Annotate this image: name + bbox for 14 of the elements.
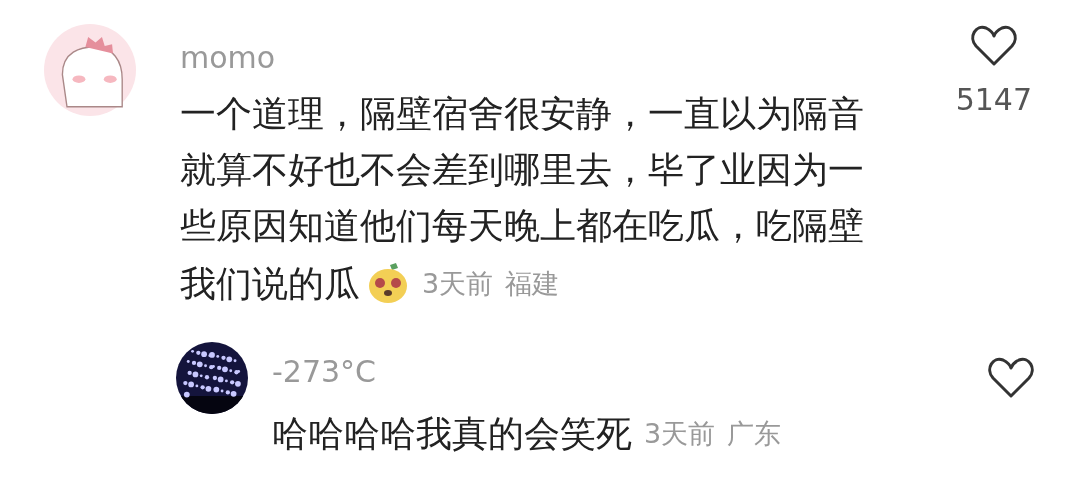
username[interactable]: momo — [180, 38, 276, 78]
username[interactable]: -273°C — [272, 352, 377, 392]
comment-text: 就算不好也不会差到哪里去，毕了业因为一 — [180, 150, 864, 190]
comment-text: 些原因知道他们每天晚上都在吃瓜，吃隔壁 — [180, 206, 864, 246]
like-count: 5147 — [955, 82, 1032, 117]
time-text: 3天前 — [422, 267, 494, 301]
location-text: 福建 — [505, 267, 560, 301]
comment-text: 一个道理，隔壁宿舍很安静，一直以为隔音 — [180, 94, 864, 134]
location-text: 广东 — [727, 417, 782, 451]
heart-icon[interactable] — [969, 24, 1018, 68]
heart-icon[interactable] — [987, 356, 1035, 400]
time-text: 3天前 — [644, 417, 716, 451]
comment-text: 我们说的瓜 — [180, 264, 360, 304]
comment-text: 哈哈哈哈我真的会笑死 — [272, 414, 632, 454]
